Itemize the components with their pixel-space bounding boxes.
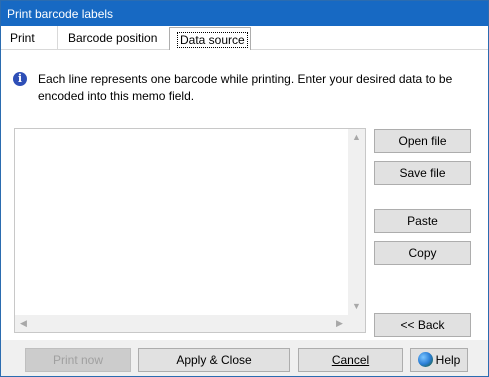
apply-close-button[interactable]: Apply & Close <box>138 348 290 372</box>
paste-button[interactable]: Paste <box>374 209 471 233</box>
window-title: Print barcode labels <box>1 1 488 26</box>
cancel-label: Cancel <box>331 353 370 367</box>
dialog-footer: Print now Apply & Close Cancel Help <box>1 340 488 376</box>
scroll-left-icon[interactable]: ◀ <box>15 315 32 332</box>
tab-barcode-position[interactable]: Barcode position <box>57 26 165 50</box>
barcode-data-memo[interactable]: ▲ ▼ ◀ ▶ <box>14 128 366 333</box>
print-now-button[interactable]: Print now <box>25 348 131 372</box>
info-icon: i <box>13 72 27 86</box>
print-barcode-labels-dialog: Print barcode labels Print Barcode posit… <box>0 0 489 377</box>
help-globe-icon <box>417 352 433 368</box>
help-button[interactable]: Help <box>410 348 468 372</box>
help-label: Help <box>435 353 461 367</box>
copy-button[interactable]: Copy <box>374 241 471 265</box>
scroll-up-icon[interactable]: ▲ <box>348 129 365 146</box>
cancel-button[interactable]: Cancel <box>298 348 403 372</box>
tab-data-source-label: Data source <box>177 32 248 48</box>
info-text: Each line represents one barcode while p… <box>38 72 453 103</box>
scroll-right-icon[interactable]: ▶ <box>331 315 348 332</box>
tab-print[interactable]: Print <box>3 26 49 50</box>
scrollbar-corner <box>348 315 365 332</box>
tab-data-source[interactable]: Data source <box>169 27 251 51</box>
back-button[interactable]: << Back <box>374 313 471 337</box>
open-file-button[interactable]: Open file <box>374 129 471 153</box>
memo-vertical-scrollbar[interactable]: ▲ ▼ <box>348 129 365 315</box>
memo-horizontal-scrollbar[interactable]: ◀ ▶ <box>15 315 348 332</box>
save-file-button[interactable]: Save file <box>374 161 471 185</box>
scroll-down-icon[interactable]: ▼ <box>348 298 365 315</box>
data-source-panel: i Each line represents one barcode while… <box>1 50 488 340</box>
tab-strip: Print Barcode position Data source <box>1 26 488 51</box>
